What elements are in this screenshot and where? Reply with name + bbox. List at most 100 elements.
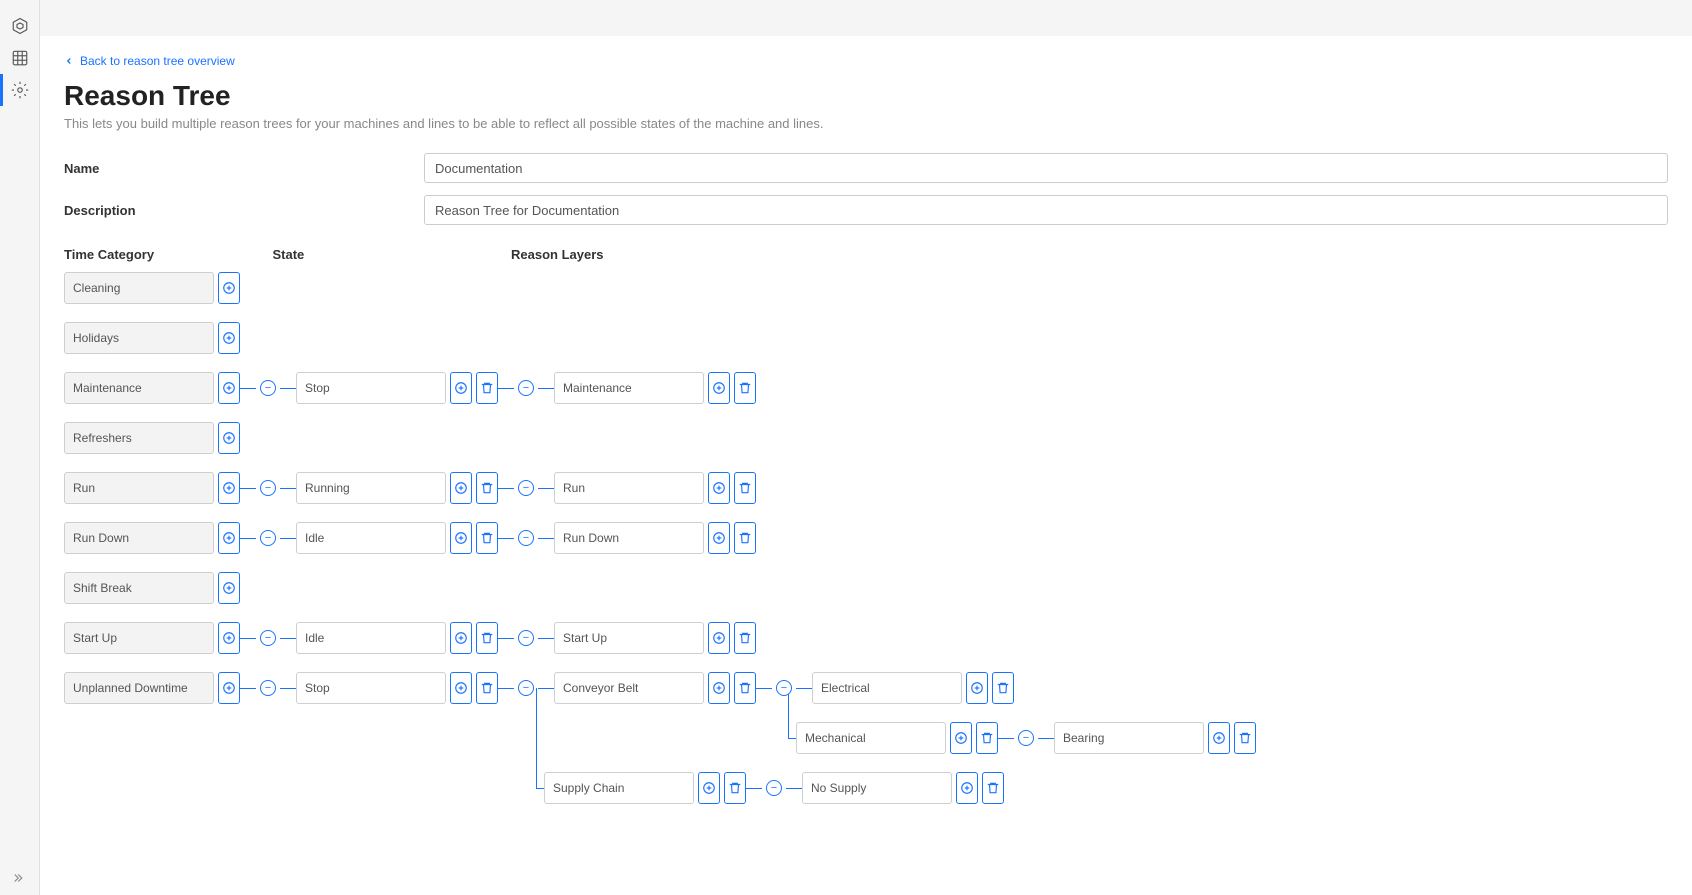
collapse-button[interactable]: − [518,630,534,646]
sidebar-gear-icon[interactable] [0,74,40,106]
collapse-button[interactable]: − [260,680,276,696]
tree-row-cleaning: Cleaning [64,272,1668,304]
delete-button[interactable] [734,472,756,504]
add-button[interactable] [218,572,240,604]
description-input[interactable] [424,195,1668,225]
cell-unplanned[interactable]: Unplanned Downtime [64,672,214,704]
cell-run-state[interactable]: Running [296,472,446,504]
add-button[interactable] [450,672,472,704]
header-time-category: Time Category [64,247,273,262]
cell-bearing[interactable]: Bearing [1054,722,1204,754]
collapse-button[interactable]: − [518,480,534,496]
cell-run-down[interactable]: Run Down [64,522,214,554]
collapse-button[interactable]: − [260,380,276,396]
add-button[interactable] [218,322,240,354]
collapse-button[interactable]: − [260,530,276,546]
delete-button[interactable] [992,672,1014,704]
sidebar-expand-icon[interactable] [0,871,39,885]
add-button[interactable] [708,372,730,404]
sidebar-hexagon-icon[interactable] [0,10,40,42]
add-button[interactable] [450,622,472,654]
add-button[interactable] [708,672,730,704]
header-state: State [273,247,512,262]
name-input[interactable] [424,153,1668,183]
add-button[interactable] [708,622,730,654]
cell-start-up-state[interactable]: Idle [296,622,446,654]
cell-maintenance[interactable]: Maintenance [64,372,214,404]
delete-button[interactable] [982,772,1004,804]
collapse-button[interactable]: − [766,780,782,796]
cell-run[interactable]: Run [64,472,214,504]
cell-start-up[interactable]: Start Up [64,622,214,654]
cell-run-reason[interactable]: Run [554,472,704,504]
collapse-button[interactable]: − [1018,730,1034,746]
cell-no-supply[interactable]: No Supply [802,772,952,804]
add-button[interactable] [956,772,978,804]
tree-row-refreshers: Refreshers [64,422,1668,454]
cell-run-down-state[interactable]: Idle [296,522,446,554]
add-button[interactable] [966,672,988,704]
add-button[interactable] [218,422,240,454]
back-link-text: Back to reason tree overview [80,54,235,68]
delete-button[interactable] [724,772,746,804]
delete-button[interactable] [476,622,498,654]
cell-refreshers[interactable]: Refreshers [64,422,214,454]
add-button[interactable] [218,522,240,554]
collapse-button[interactable]: − [776,680,792,696]
cell-mechanical[interactable]: Mechanical [796,722,946,754]
delete-button[interactable] [734,622,756,654]
tree-row-unplanned: Unplanned Downtime − Stop − Conveyor Bel… [64,672,1668,804]
tree-row-start-up: Start Up − Idle − Start Up [64,622,1668,654]
name-label: Name [64,161,424,176]
delete-button[interactable] [976,722,998,754]
delete-button[interactable] [476,522,498,554]
cell-electrical[interactable]: Electrical [812,672,962,704]
sidebar [0,0,40,895]
sidebar-grid-icon[interactable] [0,42,40,74]
add-button[interactable] [708,522,730,554]
add-button[interactable] [1208,722,1230,754]
cell-conveyor-belt[interactable]: Conveyor Belt [554,672,704,704]
cell-holidays[interactable]: Holidays [64,322,214,354]
delete-button[interactable] [476,372,498,404]
page-title: Reason Tree [64,80,1668,112]
add-button[interactable] [218,672,240,704]
delete-button[interactable] [476,672,498,704]
add-button[interactable] [218,472,240,504]
cell-maintenance-state[interactable]: Stop [296,372,446,404]
collapse-button[interactable]: − [518,380,534,396]
add-button[interactable] [698,772,720,804]
add-button[interactable] [218,622,240,654]
delete-button[interactable] [1234,722,1256,754]
delete-button[interactable] [476,472,498,504]
collapse-button[interactable]: − [518,680,534,696]
cell-start-up-reason[interactable]: Start Up [554,622,704,654]
add-button[interactable] [218,372,240,404]
add-button[interactable] [450,472,472,504]
description-label: Description [64,203,424,218]
delete-button[interactable] [734,372,756,404]
tree-container: Cleaning Holidays Maintenance − [64,272,1668,804]
cell-shift-break[interactable]: Shift Break [64,572,214,604]
delete-button[interactable] [734,522,756,554]
cell-cleaning[interactable]: Cleaning [64,272,214,304]
cell-unplanned-state[interactable]: Stop [296,672,446,704]
add-button[interactable] [450,522,472,554]
collapse-button[interactable]: − [260,480,276,496]
collapse-button[interactable]: − [518,530,534,546]
back-link[interactable]: Back to reason tree overview [64,54,1668,68]
cell-run-down-reason[interactable]: Run Down [554,522,704,554]
add-button[interactable] [950,722,972,754]
delete-button[interactable] [734,672,756,704]
tree-row-maintenance: Maintenance − Stop − Maintenance [64,372,1668,404]
cell-maintenance-reason[interactable]: Maintenance [554,372,704,404]
tree-row-shift-break: Shift Break [64,572,1668,604]
add-button[interactable] [218,272,240,304]
collapse-button[interactable]: − [260,630,276,646]
tree-row-run-down: Run Down − Idle − Run Down [64,522,1668,554]
tree-row-run: Run − Running − Run [64,472,1668,504]
main-content: Back to reason tree overview Reason Tree… [40,36,1692,895]
add-button[interactable] [708,472,730,504]
cell-supply-chain[interactable]: Supply Chain [544,772,694,804]
add-button[interactable] [450,372,472,404]
